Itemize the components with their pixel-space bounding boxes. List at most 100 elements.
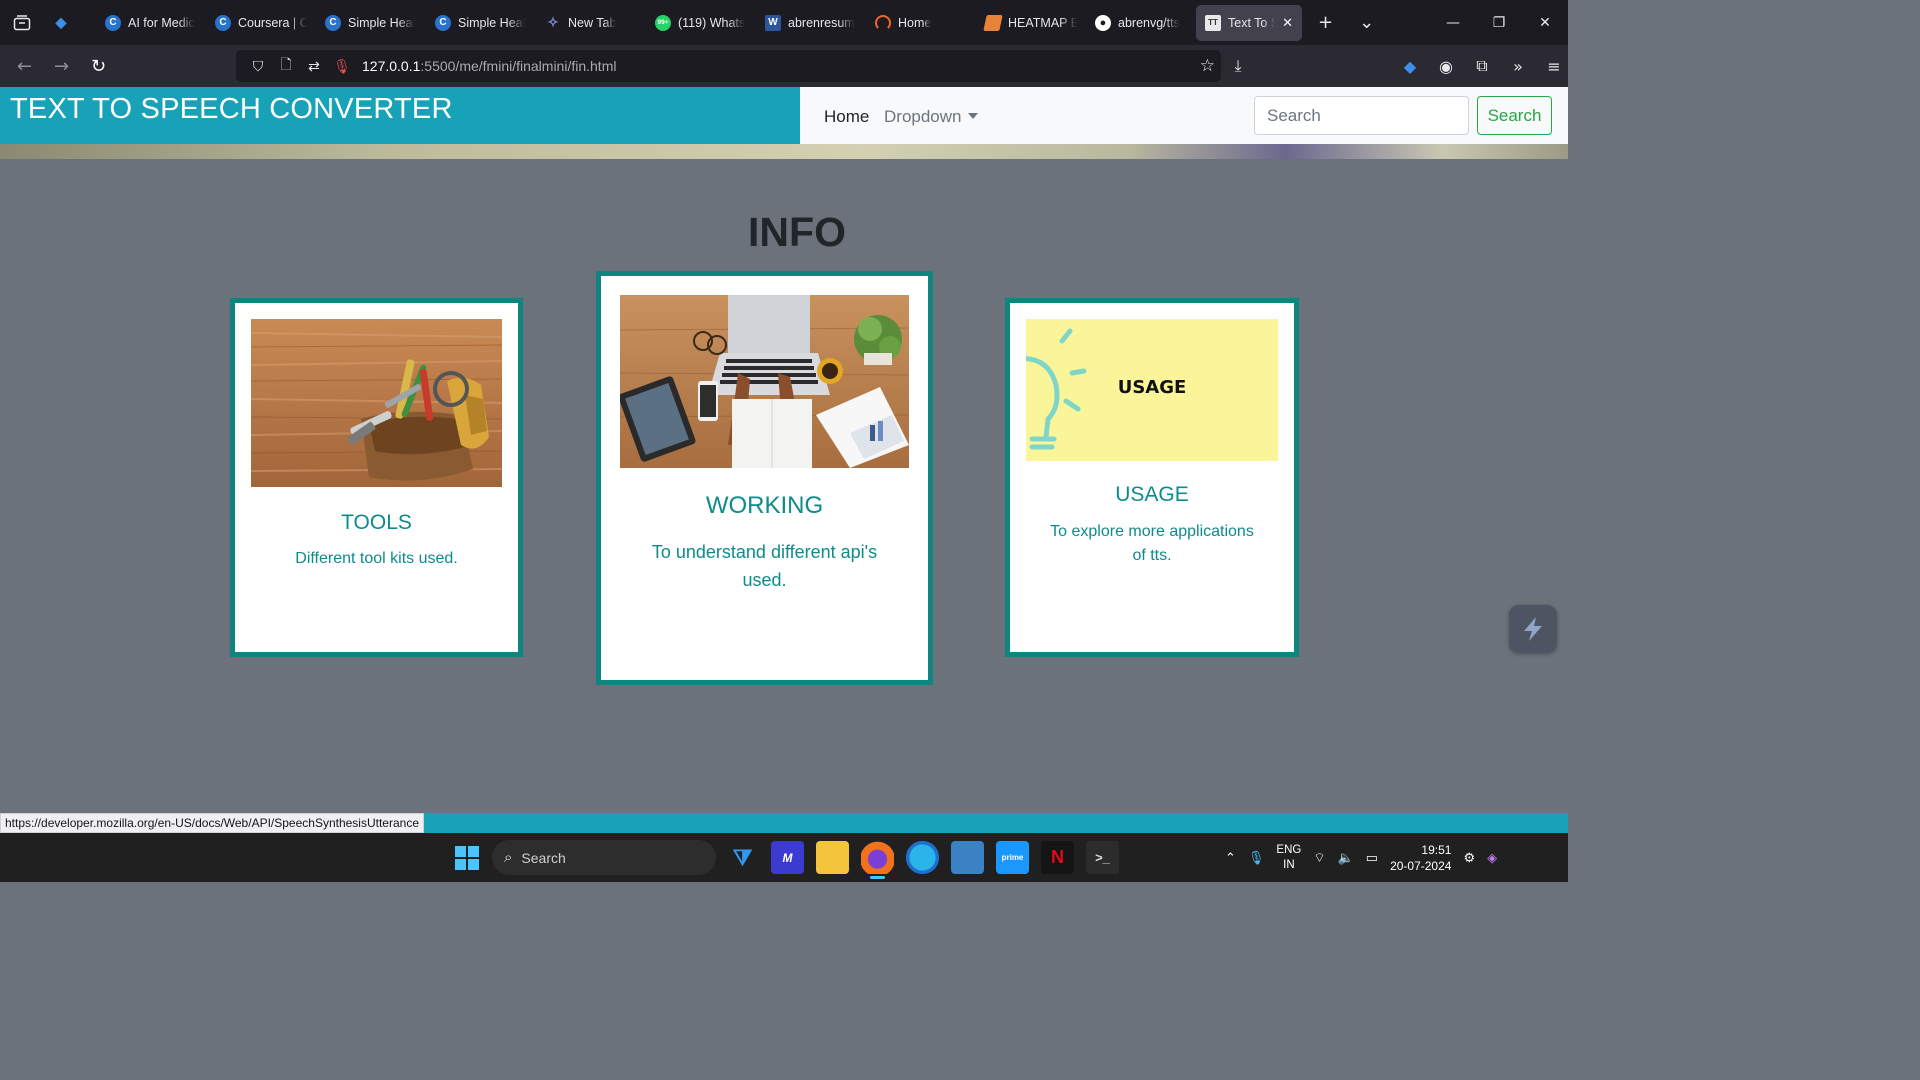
windows-start-icon[interactable] [455,846,479,870]
netflix-icon[interactable]: N [1041,841,1074,874]
coursera-icon: C [215,14,231,31]
tab-github[interactable]: ● abrenvg/tts [1086,5,1196,41]
github-icon: ● [1095,14,1111,31]
caret-down-icon [967,113,978,119]
firefox-icon[interactable] [861,841,894,879]
app-ma-icon[interactable]: M [771,841,804,874]
floating-action-button[interactable] [1509,605,1557,653]
address-bar[interactable]: ⛉ 🗋 ⇄ 🎙 127.0.0.1:5500/me/fmini/finalmin… [236,50,1221,82]
card-usage-text: To explore more applications of tts. [1050,523,1254,564]
account-icon[interactable]: ◉ [1436,57,1456,76]
search-button[interactable]: Search [1477,96,1552,135]
nav-dropdown-label: Dropdown [884,107,962,126]
search-icon: ⌕ [504,849,513,866]
tab-pinned-gem[interactable]: ◆ [44,5,96,41]
clock-time: 19:51 [1421,842,1452,857]
browser-toolbar: ← → ↻ ⛉ 🗋 ⇄ 🎙 127.0.0.1:5500/me/fmini/fi… [0,45,1568,87]
card-usage-title: USAGE [1115,483,1189,506]
clock[interactable]: 19:51 20-07-2024 [1390,842,1451,874]
gem-extension-icon[interactable]: ◆ [1400,57,1420,76]
forward-arrow-icon[interactable]: → [43,56,80,77]
hero-banner-image [0,144,1568,159]
tts-icon: TT [1205,14,1221,31]
list-tabs-chevron-icon[interactable]: ⌄ [1359,12,1374,33]
terminal-icon[interactable]: >_ [1086,841,1119,874]
reload-icon[interactable]: ↻ [80,56,117,77]
close-tab-icon[interactable]: ✕ [1282,15,1293,31]
tab-heatmap[interactable]: HEATMAP B [976,5,1086,41]
file-explorer-icon[interactable] [816,841,849,874]
section-title: INFO [748,209,846,255]
coursera-icon: C [105,14,121,31]
card-working-title: WORKING [705,492,824,519]
card-working-text: To understand different api's used. [651,542,878,590]
site-header: TEXT TO SPEECH CONVERTER [0,87,800,144]
microsoft-store-icon[interactable] [951,841,984,874]
permissions-icon[interactable]: ⇄ [300,58,328,75]
card-tools-title: TOOLS [341,511,412,534]
language-line-2: IN [1283,858,1295,871]
gem-icon: ◆ [55,14,67,30]
microphone-tray-icon[interactable]: 🎙 [1248,850,1265,866]
browser-tab-bar: ◆ C AI for Medic C Coursera | C C Simple… [0,0,1568,45]
vscode-icon[interactable]: ⧩ [726,841,759,874]
tab-text-to-speech[interactable]: TT Text To S ✕ [1196,4,1302,41]
taskbar-search[interactable]: ⌕ Search [492,840,716,875]
tab-home[interactable]: Home [866,5,976,41]
settings-gear-icon[interactable]: ⚙ [1463,850,1475,866]
tools-image [251,319,502,487]
overflow-chevrons-icon[interactable]: » [1508,57,1528,76]
tab-label: AI for Medic [128,15,195,30]
volume-icon[interactable]: 🔈 [1338,850,1354,866]
tab-label: Coursera | C [238,15,307,30]
tab-overview-icon[interactable] [0,0,44,45]
taskbar-search-label: Search [521,849,566,866]
tab-label: New Tab [568,15,617,30]
tab-whatsapp[interactable]: 99+ (119) Whats [646,5,756,41]
brand-title[interactable]: TEXT TO SPEECH CONVERTER [10,93,453,126]
wifi-icon[interactable]: ⌔ [1313,850,1325,866]
nav-link-home[interactable]: Home [824,107,869,127]
search-input[interactable] [1254,96,1469,135]
close-window-icon[interactable]: ✕ [1522,15,1568,31]
tab-label: HEATMAP B [1008,15,1077,30]
nav-dropdown[interactable]: Dropdown [884,107,978,127]
tab-label: Simple Heal [348,15,416,30]
tab-coursera[interactable]: C Coursera | C [206,5,316,41]
card-usage: USAGE USAGE To explore more applications… [1005,298,1299,657]
prime-video-icon[interactable]: prime [996,841,1029,874]
tab-ai-for-medicine[interactable]: C AI for Medic [96,5,206,41]
extensions-icon[interactable]: ⧉ [1472,56,1492,76]
working-image [620,295,909,468]
url-host: 127.0.0.1 [362,58,421,74]
lightning-icon [1524,617,1542,641]
menu-hamburger-icon[interactable]: ≡ [1544,57,1564,76]
bookmark-star-icon[interactable]: ☆ [1200,56,1215,76]
tab-simple-heal-1[interactable]: C Simple Heal [316,5,426,41]
card-tools: TOOLS Different tool kits used. [230,298,523,657]
tab-label: Simple Heal [458,15,526,30]
word-icon: W [765,14,781,31]
shield-icon[interactable]: ⛉ [244,58,272,75]
language-indicator[interactable]: ENG IN [1276,843,1301,873]
new-tab-plus-icon[interactable]: + [1318,12,1333,33]
tab-word-resume[interactable]: W abrenresum [756,5,866,41]
web-page: TEXT TO SPEECH CONVERTER Home Dropdown S… [0,87,1568,813]
tab-label: abrenresum [788,15,855,30]
coursera-icon: C [325,14,341,31]
back-arrow-icon[interactable]: ← [6,56,43,77]
tab-simple-heal-2[interactable]: C Simple Heal [426,5,536,41]
tab-label: abrenvg/tts [1118,15,1180,30]
page-info-icon[interactable]: 🗋 [272,54,300,78]
microphone-icon[interactable]: 🎙 [328,58,356,75]
minimize-icon[interactable]: — [1430,15,1476,31]
card-tools-text: Different tool kits used. [295,550,458,567]
edge-icon[interactable] [906,841,939,874]
tab-new-tab[interactable]: ✧ New Tab [536,5,646,41]
copilot-icon[interactable]: ◈ [1487,850,1497,866]
tray-chevron-icon[interactable]: ⌃ [1225,850,1236,866]
battery-icon[interactable]: ▭ [1366,850,1378,866]
downloads-icon[interactable]: ⤓ [1228,56,1248,76]
tab-label: Home [898,15,932,30]
restore-icon[interactable]: ❐ [1476,15,1522,31]
